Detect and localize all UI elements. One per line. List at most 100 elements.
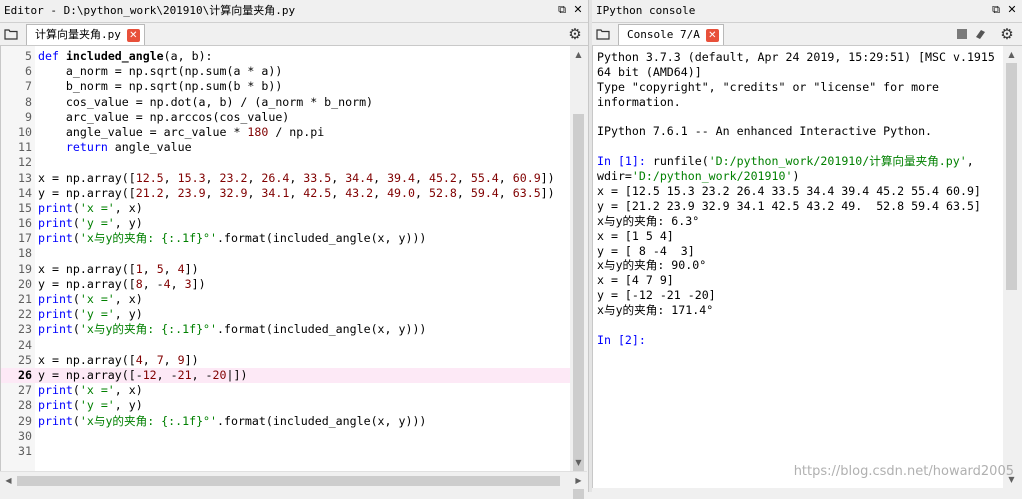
code-line[interactable]: 22 print('y =', y) xyxy=(1,307,571,322)
code-line[interactable]: 15 print('x =', x) xyxy=(1,201,571,216)
code-line[interactable]: 20 y = np.array([8, -4, 3]) xyxy=(1,277,571,292)
console-line: x与y的夹角: 6.3° xyxy=(597,213,700,228)
console-output[interactable]: Python 3.7.3 (default, Apr 24 2019, 15:2… xyxy=(592,46,1004,488)
line-number: 24 xyxy=(18,337,32,352)
code-text: print('y =', y) xyxy=(38,398,143,413)
code-line[interactable]: 19 x = np.array([1, 5, 4]) xyxy=(1,262,571,277)
code-text: a_norm = np.sqrt(np.sum(a * a)) xyxy=(38,64,283,79)
line-number: 18 xyxy=(18,246,32,261)
console-vertical-scrollbar[interactable]: ▲ ▼ xyxy=(1003,46,1020,488)
code-text: arc_value = np.arccos(cos_value) xyxy=(38,109,290,124)
code-line[interactable]: 27 print('x =', x) xyxy=(1,383,571,398)
code-text: y = np.array([-12, -21, -20|]) xyxy=(38,367,248,382)
code-line[interactable]: 7 b_norm = np.sqrt(np.sum(b * b)) xyxy=(1,79,571,94)
console-line: In [1]: runfile('D:/python_work/201910/计… xyxy=(597,154,974,169)
scroll-left-arrow-icon[interactable]: ◀ xyxy=(0,472,17,489)
line-number: 26 xyxy=(18,367,32,382)
line-number: 23 xyxy=(18,322,32,337)
line-number: 31 xyxy=(18,443,32,458)
folder-icon[interactable] xyxy=(4,27,18,41)
code-area[interactable]: 5 def included_angle(a, b): 6 a_norm = np.… xyxy=(1,49,571,459)
scroll-right-arrow-icon[interactable]: ▶ xyxy=(570,472,587,489)
line-number: 15 xyxy=(18,200,32,215)
line-number: 10 xyxy=(18,124,32,139)
gear-icon[interactable]: ⚙ xyxy=(568,27,582,42)
folder-icon[interactable] xyxy=(596,27,610,41)
eraser-icon[interactable] xyxy=(974,28,986,40)
editor-vertical-scrollbar[interactable]: ▲ ▼ xyxy=(570,46,587,499)
line-number: 22 xyxy=(18,307,32,322)
code-line[interactable]: 30 xyxy=(1,429,571,444)
console-tab-label: Console 7/A xyxy=(627,28,700,41)
code-text: return angle_value xyxy=(65,140,192,155)
stop-icon[interactable] xyxy=(956,28,968,40)
line-number: 6 xyxy=(25,64,32,79)
code-line[interactable]: 28 print('y =', y) xyxy=(1,398,571,413)
code-text: y = np.array([8, -4, 3]) xyxy=(38,276,206,291)
line-number: 9 xyxy=(25,109,32,124)
code-line[interactable]: 13 x = np.array([12.5, 15.3, 23.2, 26.4, … xyxy=(1,171,571,186)
line-number: 28 xyxy=(18,398,32,413)
editor-tab-label: 计算向量夹角.py xyxy=(35,28,121,41)
code-text: print('x =', x) xyxy=(38,292,143,306)
code-line[interactable]: 23 print('x与y的夹角: {:.1f}°'.format(include… xyxy=(1,322,571,337)
code-line[interactable]: 6 a_norm = np.sqrt(np.sum(a * a)) xyxy=(1,64,571,79)
editor-tab[interactable]: 计算向量夹角.py ✕ xyxy=(26,24,145,45)
console-line: 64 bit (AMD64)] xyxy=(597,64,702,79)
code-text: x = np.array([1, 5, 4]) xyxy=(38,261,199,276)
code-line[interactable]: 16 print('y =', y) xyxy=(1,216,571,231)
undock-icon[interactable]: ⧉ xyxy=(990,4,1002,16)
line-number: 12 xyxy=(18,155,32,170)
gear-icon[interactable]: ⚙ xyxy=(1000,27,1014,42)
code-line[interactable]: 11 return angle_value xyxy=(1,140,571,155)
code-text: print('x =', x) xyxy=(38,200,143,215)
code-line[interactable]: 14 y = np.array([21.2, 23.9, 32.9, 34.1, … xyxy=(1,186,571,201)
code-line[interactable]: 9 arc_value = np.arccos(cos_value) xyxy=(1,110,571,125)
code-text: print('y =', y) xyxy=(38,216,143,231)
code-line[interactable]: 25 x = np.array([4, 7, 9]) xyxy=(1,353,571,368)
console-title: IPython console xyxy=(596,4,696,17)
code-line[interactable]: 12 xyxy=(1,155,571,170)
line-number: 17 xyxy=(18,231,32,246)
scroll-up-arrow-icon[interactable]: ▲ xyxy=(1003,46,1020,63)
console-line: In [2]: xyxy=(597,332,646,347)
code-line[interactable]: 8 cos_value = np.dot(a, b) / (a_norm * b… xyxy=(1,95,571,110)
code-line[interactable]: 21 print('x =', x) xyxy=(1,292,571,307)
code-text: print('y =', y) xyxy=(38,307,143,322)
code-line[interactable]: 18 xyxy=(1,246,571,261)
editor-hscroll-thumb[interactable] xyxy=(17,476,560,486)
undock-icon[interactable]: ⧉ xyxy=(556,4,568,16)
close-icon[interactable]: ✕ xyxy=(572,4,584,16)
line-number: 11 xyxy=(18,140,32,155)
code-text: def included_angle(a, b): xyxy=(38,49,213,63)
close-tab-icon[interactable]: ✕ xyxy=(126,28,140,42)
console-line: x与y的夹角: 171.4° xyxy=(597,303,714,318)
code-line[interactable]: 17 print('x与y的夹角: {:.1f}°'.format(include… xyxy=(1,231,571,246)
console-scroll-thumb[interactable] xyxy=(1006,63,1017,290)
code-text: print('x与y的夹角: {:.1f}°'.format(included_… xyxy=(38,231,427,246)
code-line[interactable]: 26 y = np.array([-12, -21, -20|]) xyxy=(1,367,571,384)
code-line[interactable]: 5 def included_angle(a, b): xyxy=(1,49,571,64)
console-line: Python 3.7.3 (default, Apr 24 2019, 15:2… xyxy=(597,50,995,64)
code-line[interactable]: 24 xyxy=(1,338,571,353)
console-line: x = [4 7 9] xyxy=(597,273,674,288)
console-tab[interactable]: Console 7/A ✕ xyxy=(618,24,724,45)
code-editor[interactable]: 5 def included_angle(a, b): 6 a_norm = np.… xyxy=(0,46,571,471)
close-tab-icon[interactable]: ✕ xyxy=(705,28,719,42)
line-number: 25 xyxy=(18,352,32,367)
code-line[interactable]: 29 print('x与y的夹角: {:.1f}°'.format(include… xyxy=(1,414,571,429)
console-line: IPython 7.6.1 -- An enhanced Interactive… xyxy=(597,124,933,139)
code-line[interactable]: 10 angle_value = arc_value * 180 / np.pi xyxy=(1,125,571,140)
close-icon[interactable]: ✕ xyxy=(1006,4,1018,16)
watermark: https://blog.csdn.net/howard2005 xyxy=(793,464,1014,479)
scroll-up-arrow-icon[interactable]: ▲ xyxy=(570,46,587,63)
console-line: Type "copyright", "credits" or "license"… xyxy=(597,79,940,94)
scroll-down-arrow-icon[interactable]: ▼ xyxy=(570,454,587,471)
line-number: 7 xyxy=(25,79,32,94)
editor-scroll-thumb[interactable] xyxy=(573,114,584,499)
code-line[interactable]: 31 xyxy=(1,444,571,459)
editor-horizontal-scrollbar[interactable]: ◀ ▶ xyxy=(0,471,587,489)
code-text: cos_value = np.dot(a, b) / (a_norm * b_n… xyxy=(38,94,374,109)
console-line: x = [1 5 4] xyxy=(597,228,674,243)
